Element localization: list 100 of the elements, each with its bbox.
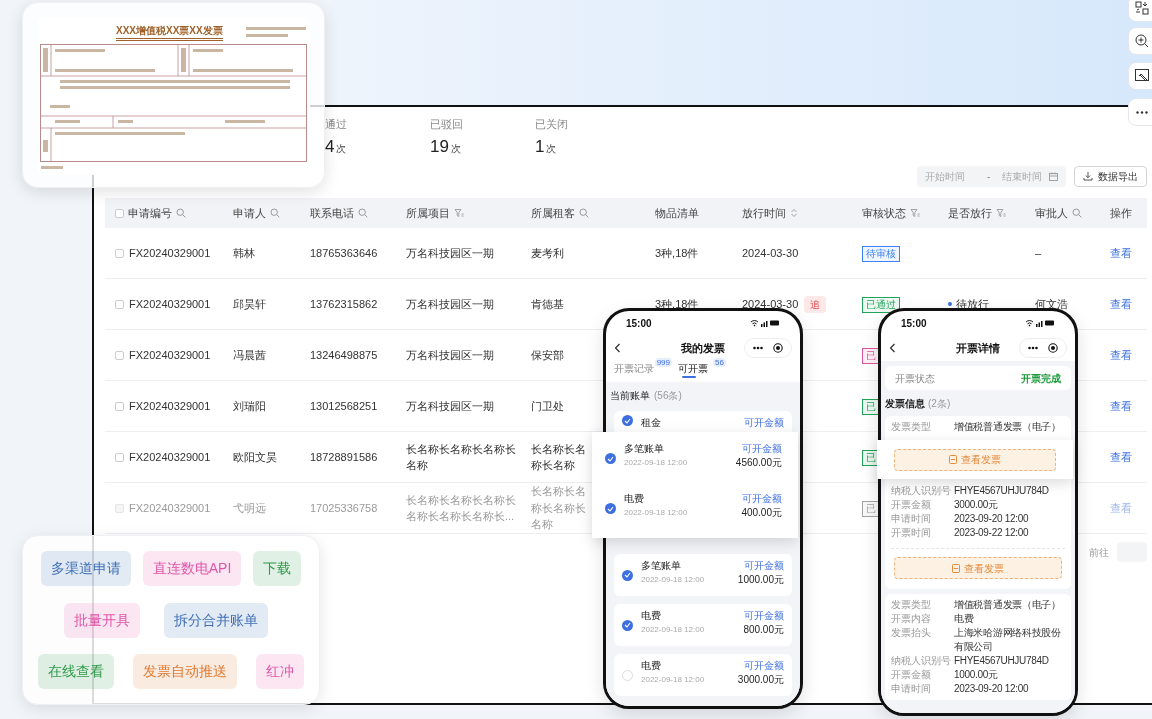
table-cell-text: 2024-03-30	[742, 245, 799, 261]
bill-amount: 1000.00元	[737, 574, 784, 586]
table-cell-text: 2024-03-30	[742, 296, 799, 312]
bill-title: 电费	[624, 493, 645, 505]
bill-title: 电费	[641, 660, 662, 672]
field-value: 电费	[954, 612, 974, 626]
table-cell-text: FX20240329001	[129, 398, 211, 414]
amount-label: 可开金额	[742, 443, 782, 454]
feature-tag: 直连数电API	[142, 551, 242, 586]
stat-value: 1	[535, 137, 545, 157]
table-cell: 18728891586	[310, 450, 378, 463]
table-cell: 3种,18件	[655, 246, 699, 259]
field-value: 2023-09-20 12:00	[954, 682, 1029, 696]
field-label: 申请时间	[891, 512, 932, 526]
stat-label: 通过	[325, 117, 348, 131]
bill-amount: 400.00元	[741, 507, 782, 519]
status-time: 15:00	[901, 316, 927, 331]
table-cell: 刘瑞阳	[233, 399, 266, 412]
section-count: (56条)	[654, 389, 682, 403]
bill-date: 2022-09-18 12:00	[624, 508, 688, 518]
table-cell: 长名称长名称长名称长名称长名称长名称长...	[406, 493, 516, 522]
range-separator: -	[987, 169, 991, 184]
table-cell: 长名称长名称长名称	[531, 442, 586, 471]
bill-date: 2022-09-18 12:00	[624, 458, 688, 468]
amount-label: 可开金额	[744, 560, 784, 571]
column-header: 联系电话	[310, 205, 354, 221]
column-header: 是否放行	[948, 205, 992, 221]
stat-label: 已关闭	[535, 117, 569, 131]
section-title: 当前账单	[610, 389, 650, 403]
column-header: 申请人	[233, 205, 266, 221]
bill-title: 电费	[641, 610, 662, 622]
urge-tag: 追	[804, 295, 827, 313]
table-cell: 万名科技园区一期	[406, 246, 494, 259]
table-cell-text: FX20240329001	[129, 500, 211, 516]
table-cell: 保安部	[531, 348, 564, 361]
field-value: 1000.00元	[954, 668, 998, 682]
field-label: 发票抬头	[891, 626, 932, 640]
field-label: 纳税人识别号	[891, 654, 949, 668]
table-cell: 长名称长名称长名称长名称	[406, 442, 516, 471]
table-cell: 万名科技园区一期	[406, 399, 494, 412]
table-cell-text: FX20240329001	[129, 245, 211, 261]
bill-title: 租金	[641, 417, 661, 429]
stat-unit: 次	[450, 142, 461, 156]
status-tag: 已通过	[862, 296, 900, 313]
table-cell: 17025336758	[310, 501, 378, 514]
section-title: 发票信息	[885, 396, 925, 411]
amount-label: 可开金额	[744, 610, 784, 621]
amount-label: 可开金额	[742, 493, 782, 504]
column-header: 审核状态	[862, 205, 906, 221]
bill-title: 多笔账单	[641, 560, 682, 572]
field-value: FHYE4567UHJU784D	[954, 484, 1049, 498]
table-cell: 13762315862	[310, 297, 378, 310]
bill-amount: 3000.00元	[737, 674, 784, 686]
page-title: 开票详情	[956, 340, 1000, 356]
table-cell: 万名科技园区一期	[406, 297, 494, 310]
field-value: 上海米哈游网络科技股份有限公司	[954, 626, 1062, 654]
page-title: 我的发票	[681, 340, 725, 356]
stat-value: 4	[325, 137, 335, 157]
table-cell: 长名称长名称长名称长名称	[531, 485, 586, 531]
field-label: 发票类型	[891, 420, 932, 434]
column-header: 物品清单	[655, 205, 699, 221]
bill-amount: 4560.00元	[735, 457, 782, 469]
stat-unit: 次	[546, 142, 557, 156]
bill-date: 2022-09-18 12:00	[641, 625, 705, 635]
goto-label: 前往	[1089, 545, 1109, 560]
table-cell: 门卫处	[531, 399, 564, 412]
feature-tag: 发票自动推送	[133, 654, 237, 689]
field-label: 开票内容	[891, 612, 932, 626]
bill-date: 2022-09-18 12:00	[641, 675, 705, 685]
status-tag: 待审核	[862, 245, 900, 262]
section-count: (2条)	[928, 396, 951, 411]
status-value: 开票完成	[1021, 371, 1061, 386]
field-value: 2023-09-22 12:00	[954, 526, 1029, 540]
field-value: 增值税普通发票（电子）	[954, 420, 1061, 434]
table-cell-text: FX20240329001	[129, 449, 211, 465]
tab-badge: 999	[654, 358, 672, 367]
column-header: 操作	[1110, 205, 1132, 221]
field-label: 纳税人识别号	[891, 484, 949, 498]
field-label: 发票类型	[891, 598, 932, 612]
stat-label: 已驳回	[430, 117, 464, 131]
table-cell: 万名科技园区一期	[406, 348, 494, 361]
end-date-placeholder: 结束时间	[1002, 169, 1043, 184]
table-cell: 肯德基	[531, 297, 564, 310]
field-value: FHYE4567UHJU784D	[954, 654, 1049, 668]
start-date-placeholder: 开始时间	[925, 169, 965, 184]
feature-tag: 红冲	[256, 654, 304, 689]
column-header: 申请编号	[128, 205, 172, 221]
feature-tag: 批量开具	[64, 602, 140, 638]
table-cell-text: FX20240329001	[129, 347, 211, 363]
field-value: 2023-09-20 12:00	[954, 512, 1029, 526]
stat-unit: 次	[336, 142, 347, 156]
table-cell: –	[1035, 246, 1042, 259]
field-value: 3000.00元	[954, 498, 998, 512]
table-cell: 韩林	[233, 246, 255, 259]
table-cell: 13246498875	[310, 348, 378, 361]
table-cell: 13012568251	[310, 399, 378, 412]
field-label: 开票时间	[891, 526, 932, 540]
bill-amount: 800.00元	[743, 624, 784, 636]
status-time: 15:00	[626, 316, 652, 331]
tab-badge: 56	[713, 358, 726, 367]
